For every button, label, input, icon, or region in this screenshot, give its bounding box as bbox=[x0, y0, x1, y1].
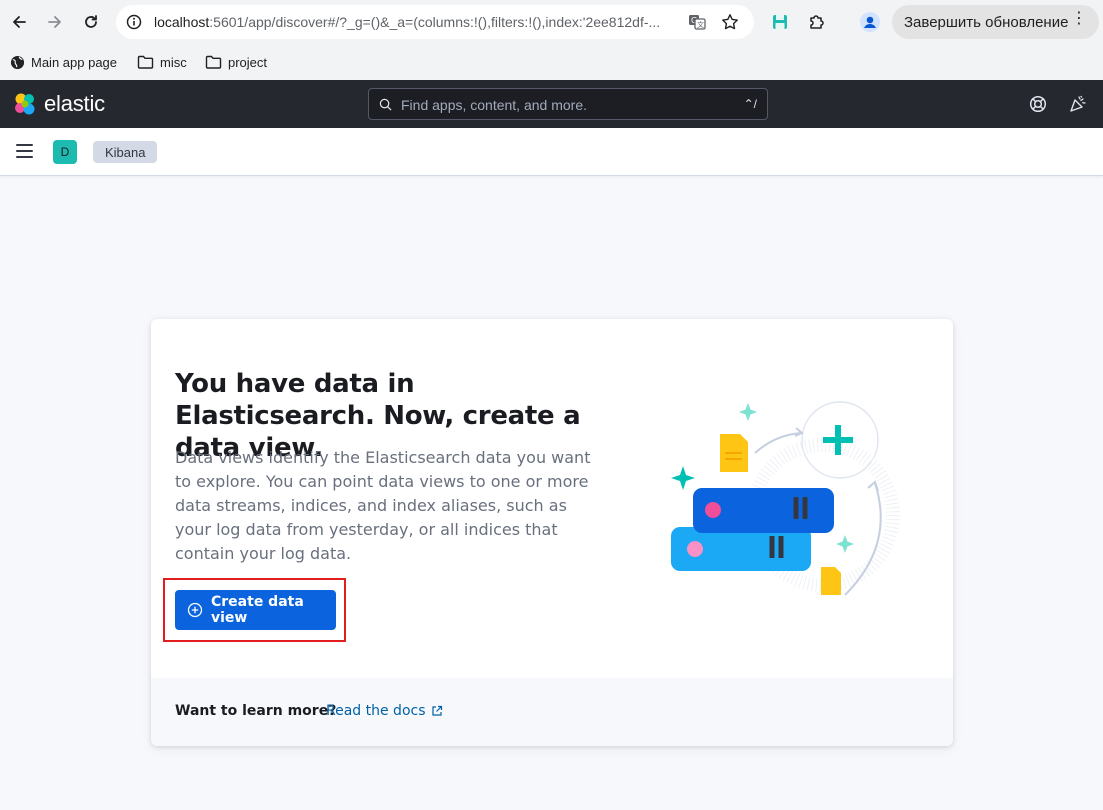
prompt-footer: Want to learn more? Read the docs bbox=[151, 678, 953, 746]
folder-icon bbox=[205, 55, 222, 69]
reload-icon bbox=[85, 15, 97, 28]
no-data-view-prompt: You have data in Elasticsearch. Now, cre… bbox=[151, 319, 953, 746]
svg-text:文: 文 bbox=[697, 20, 704, 29]
breadcrumb-kibana[interactable]: Kibana bbox=[93, 141, 158, 163]
kibana-breadcrumb-bar: D Kibana bbox=[0, 128, 1103, 176]
elastic-wordmark: elastic bbox=[44, 91, 105, 116]
external-link-icon bbox=[431, 705, 442, 716]
search-icon bbox=[379, 98, 392, 111]
arrow-right-icon bbox=[48, 16, 61, 28]
more-vert-icon[interactable]: ⋮ bbox=[1071, 11, 1087, 27]
forward-button[interactable] bbox=[39, 6, 71, 38]
browser-update-button[interactable]: Завершить обновление ⋮ bbox=[892, 5, 1099, 39]
profile-button[interactable] bbox=[856, 8, 884, 36]
elastic-logo-icon bbox=[15, 93, 35, 115]
elastic-logo[interactable]: elastic bbox=[12, 91, 105, 117]
help-menu-button[interactable] bbox=[1026, 92, 1050, 116]
bookmark-label: project bbox=[228, 54, 268, 70]
data-view-illustration bbox=[671, 401, 900, 596]
bookmark-misc[interactable]: misc bbox=[137, 52, 187, 72]
arrow-left-icon bbox=[13, 16, 26, 28]
breadcrumb-label: Kibana bbox=[105, 144, 146, 160]
address-bar[interactable]: localhost:5601/app/discover#/?_g=()&_a=(… bbox=[116, 5, 754, 39]
globe-icon bbox=[10, 55, 25, 69]
cheer-icon bbox=[1070, 95, 1086, 112]
kibana-header: elastic Find apps, content, and more. ⌃/ bbox=[0, 80, 1103, 128]
translate-icon[interactable]: G文 bbox=[688, 13, 706, 31]
space-initial: D bbox=[60, 145, 70, 159]
extensions-button[interactable] bbox=[803, 8, 831, 36]
avatar-icon bbox=[860, 12, 880, 32]
space-selector[interactable]: D bbox=[53, 140, 77, 164]
search-placeholder: Find apps, content, and more. bbox=[401, 97, 587, 113]
search-shortcut-hint: ⌃/ bbox=[743, 97, 757, 111]
global-search-input[interactable]: Find apps, content, and more. ⌃/ bbox=[368, 88, 768, 120]
folder-icon bbox=[137, 55, 154, 69]
puzzle-icon bbox=[810, 15, 824, 29]
back-button[interactable] bbox=[3, 6, 35, 38]
browser-toolbar: localhost:5601/app/discover#/?_g=()&_a=(… bbox=[0, 0, 1103, 44]
highlight-box bbox=[163, 578, 346, 642]
learn-more-label: Want to learn more? bbox=[175, 703, 337, 719]
update-button-label: Завершить обновление bbox=[904, 13, 1069, 31]
prompt-description: Data views identify the Elasticsearch da… bbox=[175, 448, 591, 563]
menu-toggle-button[interactable] bbox=[16, 144, 34, 158]
help-lifebuoy-icon bbox=[1029, 95, 1047, 113]
url-path: :5601/app/discover#/?_g=()&_a=(columns:!… bbox=[209, 14, 661, 30]
bookmark-label: Main app page bbox=[31, 54, 118, 70]
bookmark-main-app-page[interactable]: Main app page bbox=[10, 52, 117, 72]
url-text[interactable]: localhost:5601/app/discover#/?_g=()&_a=(… bbox=[154, 14, 676, 30]
site-info-icon[interactable] bbox=[126, 14, 142, 30]
floppy-icon bbox=[773, 15, 787, 29]
reload-button[interactable] bbox=[75, 6, 107, 38]
bookmark-label: misc bbox=[160, 54, 187, 70]
news-feed-button[interactable] bbox=[1066, 92, 1090, 116]
docs-link-label: Read the docs bbox=[326, 703, 426, 719]
save-extension-button[interactable] bbox=[766, 8, 794, 36]
bookmarks-bar: Main app page misc project bbox=[0, 44, 1103, 80]
star-icon[interactable] bbox=[721, 13, 739, 31]
bookmark-project[interactable]: project bbox=[205, 52, 267, 72]
read-the-docs-link[interactable]: Read the docs bbox=[326, 703, 443, 719]
url-host: localhost bbox=[154, 14, 210, 30]
